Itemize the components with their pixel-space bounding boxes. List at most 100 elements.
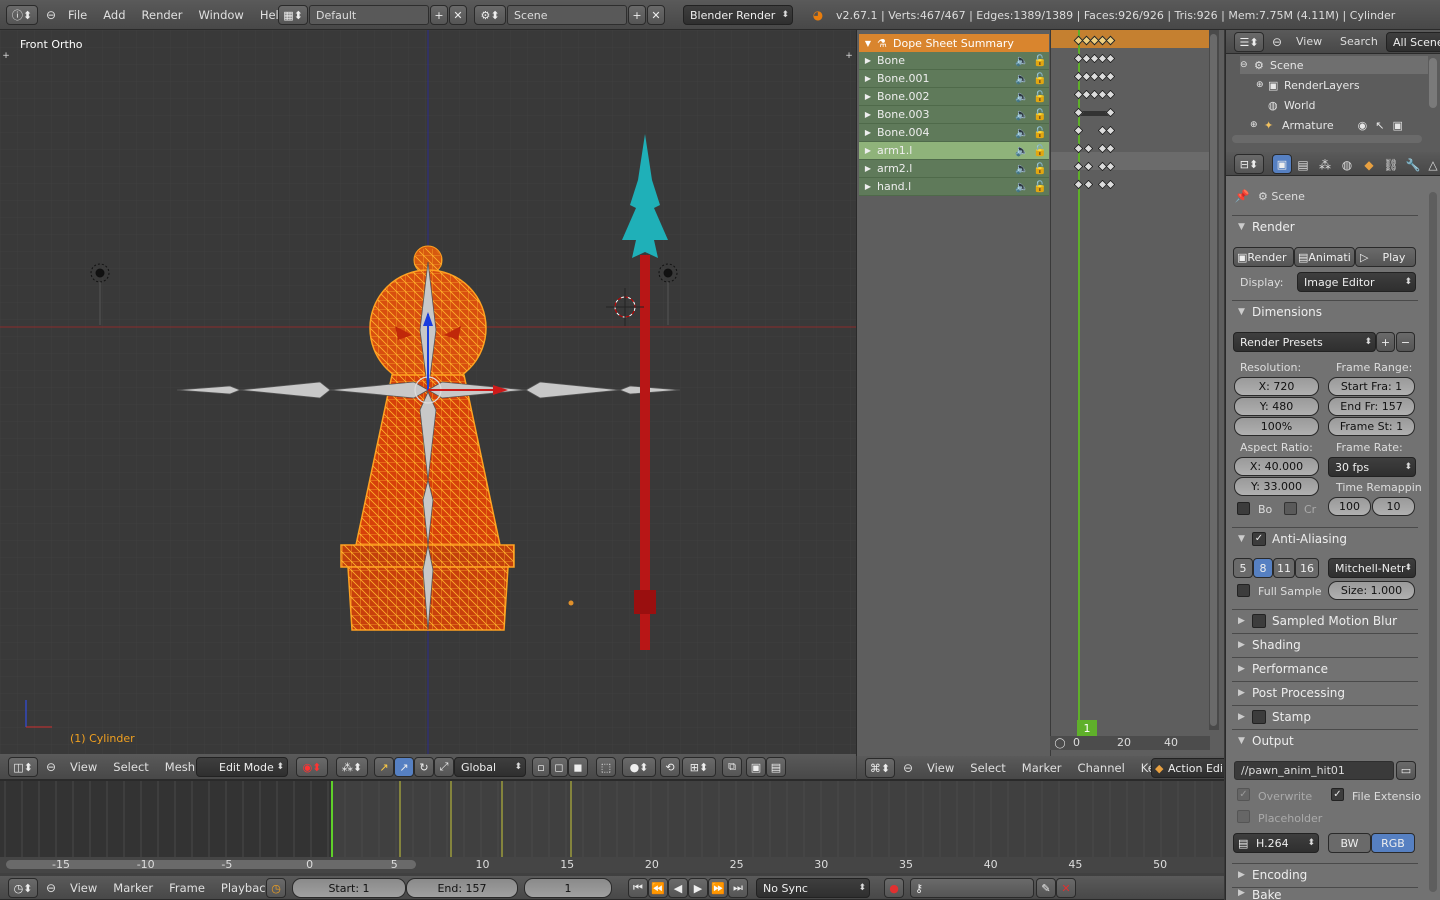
render-engine-select[interactable]: Blender Render	[683, 5, 793, 25]
select-cursor-icon[interactable]: ↖	[1375, 119, 1384, 132]
outliner-item-scene[interactable]: ⊖ ⚙ Scene	[1240, 56, 1428, 74]
expand-down-icon[interactable]: ▼	[1238, 307, 1252, 317]
current-frame-field[interactable]: 1	[524, 878, 612, 898]
outliner-item-renderlayers[interactable]: ⊕ ▣ RenderLayers	[1256, 76, 1360, 94]
aa-samples-8[interactable]: 8	[1253, 558, 1273, 578]
channel-row[interactable]: ▶ Bone.003 🔈 🔓	[859, 106, 1049, 124]
expand-right-icon[interactable]: ▶	[859, 182, 877, 191]
resolution-y-field[interactable]: Y: 480	[1234, 397, 1319, 416]
orientation-select[interactable]: Global	[454, 757, 526, 777]
expand-right-icon[interactable]: ▶	[1238, 888, 1252, 898]
channel-row[interactable]: ▶ Bone.004 🔈 🔓	[859, 124, 1049, 142]
data-tab-icon[interactable]: △	[1424, 156, 1440, 174]
menu-add[interactable]: Add	[103, 8, 125, 22]
viewport-plus-icon[interactable]: +	[0, 50, 12, 62]
constraint-tab-icon[interactable]: ⛓	[1382, 156, 1400, 174]
expand-right-icon[interactable]: ▶	[859, 146, 877, 155]
collapse-icon[interactable]: ⊖	[44, 881, 58, 895]
aa-samples-11[interactable]: 11	[1273, 558, 1295, 578]
dopesheet-mode-select[interactable]: ◆ Action Edi	[1151, 758, 1224, 778]
manipulator-toggle[interactable]: ↗	[374, 757, 394, 777]
lock-icon[interactable]: 🔓	[1033, 90, 1049, 103]
panel-output[interactable]: ▼ Output	[1232, 729, 1418, 751]
channel-row[interactable]: ▶ Bone 🔈 🔓	[859, 52, 1049, 70]
menu-select[interactable]: Select	[970, 761, 1005, 775]
antialiasing-checkbox[interactable]: ✓	[1252, 531, 1266, 546]
occlude-button[interactable]: ⬚	[596, 757, 616, 777]
play-forward-button[interactable]: ▶	[688, 878, 708, 898]
menu-frame[interactable]: Frame	[169, 881, 205, 895]
viewport-shading-button[interactable]: ◉⬍	[296, 757, 328, 777]
lock-icon[interactable]: 🔓	[1033, 144, 1049, 157]
expand-down-icon[interactable]: ▼	[1238, 534, 1252, 544]
output-path-field[interactable]: //pawn_anim_hit01	[1234, 761, 1394, 780]
layout-icon-button[interactable]: ▦⬍	[278, 5, 308, 25]
layers-tab-icon[interactable]: ▤	[1294, 156, 1312, 174]
render-preview-button[interactable]: ⧉	[722, 757, 742, 777]
expand-right-icon[interactable]: ▶	[859, 110, 877, 119]
border-checkbox[interactable]	[1237, 502, 1250, 515]
record-button[interactable]: ●	[884, 878, 904, 898]
object-tab-icon[interactable]: ◆	[1360, 156, 1378, 174]
render-presets-select[interactable]: Render Presets	[1233, 332, 1376, 352]
channel-row[interactable]: ▶ Bone.001 🔈 🔓	[859, 70, 1049, 88]
menu-mesh[interactable]: Mesh	[165, 760, 195, 774]
menu-search[interactable]: Search	[1340, 35, 1378, 48]
expand-icon[interactable]: ⊕	[1250, 120, 1264, 130]
remap-new-field[interactable]: 10	[1372, 497, 1415, 516]
start-frame-field[interactable]: Start: 1	[292, 878, 406, 898]
crop-checkbox[interactable]	[1284, 502, 1297, 515]
animation-button[interactable]: ▤ Animati	[1294, 247, 1355, 267]
render-tab-icon[interactable]: ▣	[1272, 154, 1292, 174]
timeline-editor[interactable]: -15 -10 -5 0 5 10 15 20 25 30 35 40 45 50	[0, 780, 1224, 876]
render-button[interactable]: ▣ Render	[1233, 247, 1294, 267]
preset-add-button[interactable]: +	[1376, 332, 1395, 352]
menu-channel[interactable]: Channel	[1078, 761, 1125, 775]
overwrite-checkbox[interactable]: ✓	[1237, 788, 1250, 801]
translate-button[interactable]: ↗	[394, 757, 414, 777]
end-frame-field[interactable]: End: 157	[406, 878, 518, 898]
visibility-eye-icon[interactable]: ◉	[1358, 119, 1368, 132]
remap-old-field[interactable]: 100	[1328, 497, 1371, 516]
placeholder-checkbox[interactable]	[1237, 810, 1250, 823]
scene-remove-button[interactable]: ✕	[647, 5, 665, 25]
expand-down-icon[interactable]: ▼	[1238, 736, 1252, 746]
outliner-item-armature[interactable]: ⊕ ✦ Armature ◉ ↖ ▣	[1250, 116, 1403, 134]
expand-right-icon[interactable]: ▶	[1238, 688, 1252, 698]
expand-right-icon[interactable]: ▶	[1238, 712, 1252, 722]
lock-icon[interactable]: 🔓	[1033, 162, 1049, 175]
aspect-y-field[interactable]: Y: 33.000	[1234, 477, 1319, 496]
outliner-filter-select[interactable]: All Scenes	[1386, 32, 1440, 52]
lock-icon[interactable]: 🔓	[1033, 180, 1049, 193]
editor-type-button[interactable]: ⓘ⬍	[6, 5, 38, 25]
mute-speaker-icon[interactable]: 🔈	[1015, 126, 1033, 139]
channel-row[interactable]: ▶ hand.l 🔈 🔓	[859, 178, 1049, 196]
expand-right-icon[interactable]: ▶	[1238, 870, 1252, 880]
expand-right-icon[interactable]: ▶	[859, 74, 877, 83]
keying-set-button[interactable]: ⚷	[910, 878, 1034, 898]
scene-tab-icon[interactable]: ⁂	[1316, 156, 1334, 174]
world-tab-icon[interactable]: ◍	[1338, 156, 1356, 174]
properties-scrollbar[interactable]	[1429, 192, 1437, 892]
aa-size-field[interactable]: Size: 1.000	[1328, 581, 1415, 600]
menu-view[interactable]: View	[927, 761, 954, 775]
frame-step-field[interactable]: Frame St: 1	[1328, 417, 1415, 436]
jump-next-key-button[interactable]: ⏩	[708, 878, 728, 898]
aa-samples-16[interactable]: 16	[1295, 558, 1319, 578]
channel-row[interactable]: ▶ arm1.l 🔈 🔓	[859, 142, 1049, 160]
panel-antialiasing[interactable]: ▼ ✓ Anti-Aliasing	[1232, 527, 1418, 549]
expand-right-icon[interactable]: ▶	[1238, 640, 1252, 650]
delete-keyframe-button[interactable]: ✕	[1056, 878, 1076, 898]
vertex-select-button[interactable]: ▫	[532, 757, 550, 777]
expand-right-icon[interactable]: ▶	[1238, 664, 1252, 674]
ruler-scroll-icon[interactable]: ◯	[1054, 736, 1066, 750]
editor-type-button[interactable]: ◷⬍	[8, 878, 38, 898]
color-rgb-button[interactable]: RGB	[1371, 833, 1415, 853]
mute-speaker-icon[interactable]: 🔈	[1015, 162, 1033, 175]
expand-right-icon[interactable]: ▶	[1238, 616, 1252, 626]
panel-stamp[interactable]: ▶ Stamp	[1232, 705, 1418, 727]
modifier-tab-icon[interactable]: 🔧	[1404, 156, 1422, 174]
file-extension-checkbox[interactable]: ✓	[1331, 788, 1344, 801]
proportional-button[interactable]: ●⬍	[622, 757, 656, 777]
opengl-anim-button[interactable]: ▤	[766, 757, 786, 777]
